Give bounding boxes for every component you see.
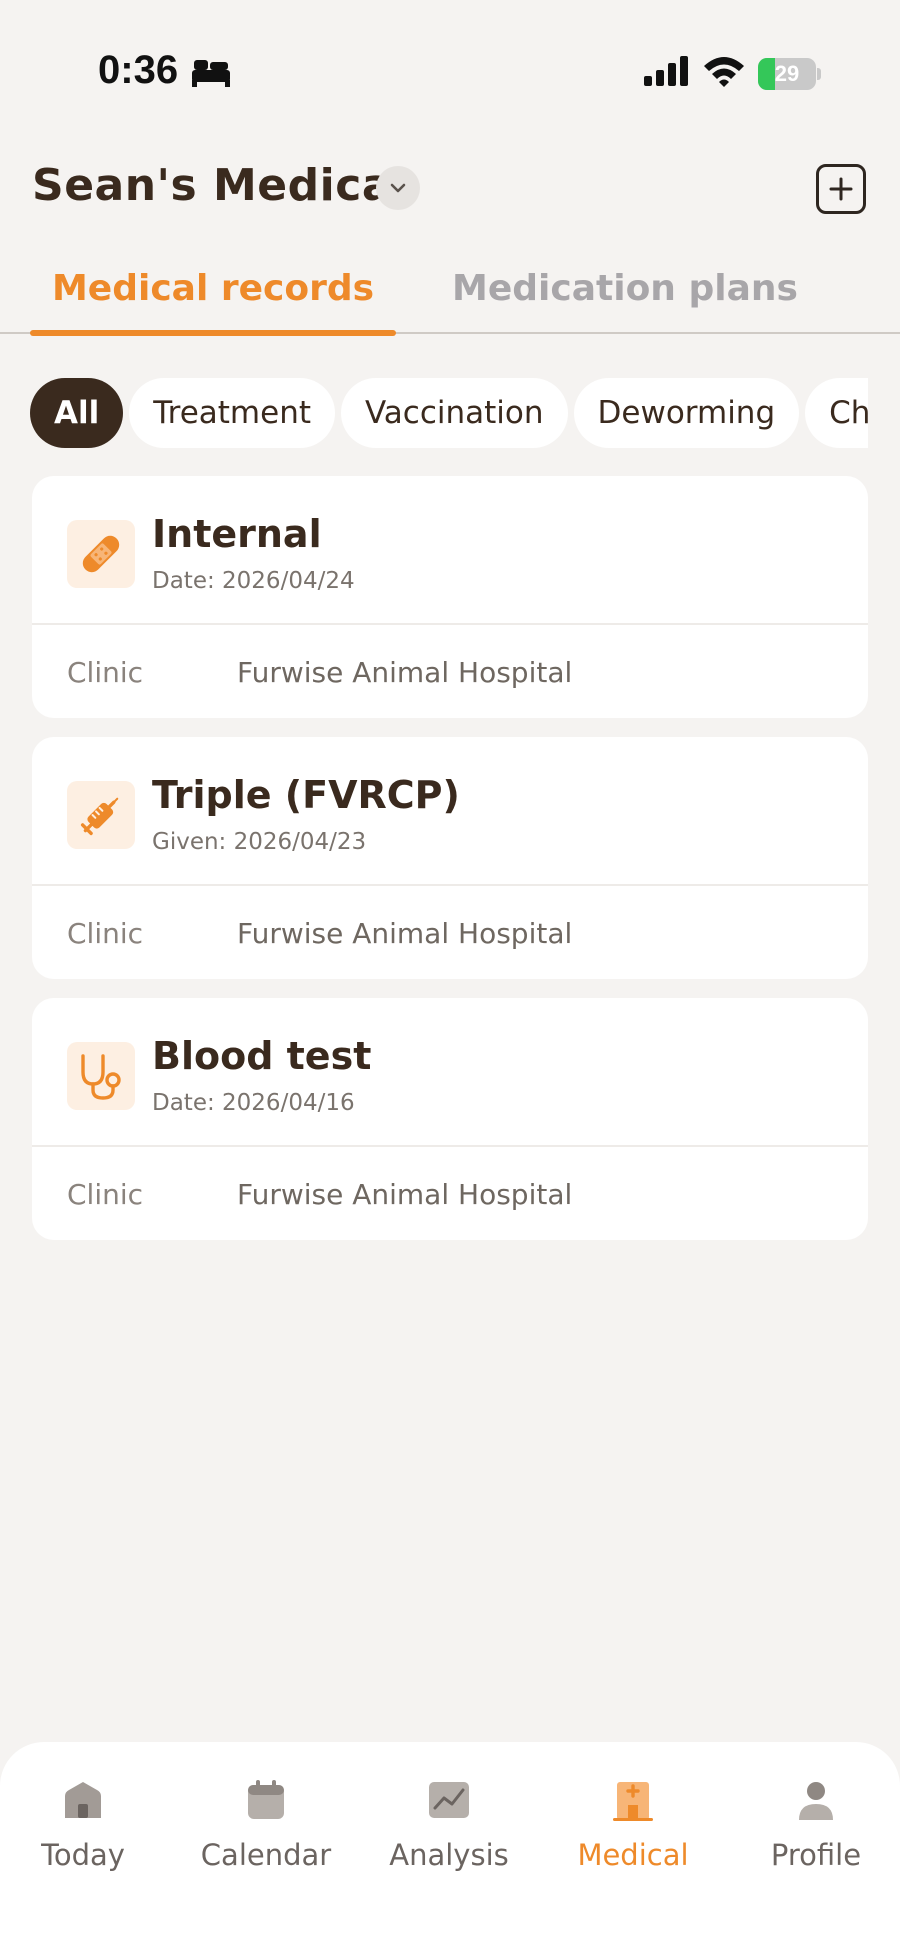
syringe-icon [80,797,119,836]
record-type-icon-box [67,1042,135,1110]
nav-item-calendar[interactable]: Calendar [186,1776,346,1896]
bed-icon [192,60,230,87]
record-card[interactable]: Internal Date: 2026/04/24 Clinic Furwise… [32,476,868,718]
record-card[interactable]: Blood test Date: 2026/04/16 Clinic Furwi… [32,998,868,1240]
wifi-icon [704,57,744,87]
header: Sean's Medical [0,150,900,230]
nav-label: Analysis [389,1838,509,1872]
filter-chip-deworming[interactable]: Deworming [573,378,800,448]
bottom-nav: Today Calendar Analysis Medical Profile [0,1742,900,1957]
filter-chip-all[interactable]: All [30,378,124,448]
clinic-value: Furwise Animal Hospital [237,656,573,689]
bandage-icon [82,535,120,573]
record-type-icon-box [67,520,135,588]
record-title: Triple (FVRCP) [152,773,460,817]
nav-item-analysis[interactable]: Analysis [369,1776,529,1896]
chart-icon [429,1782,469,1818]
battery-icon: 29 [758,58,822,90]
status-bar: 0:36 29 [0,0,900,140]
record-date: Date: 2026/04/24 [152,568,355,594]
pet-switcher-dropdown[interactable] [376,166,420,210]
chevron-down-icon [390,183,406,193]
nav-item-today[interactable]: Today [3,1776,163,1896]
battery-level: 29 [774,61,800,86]
calendar-icon [248,1780,284,1819]
home-icon [65,1782,101,1818]
record-title: Blood test [152,1034,372,1078]
record-card[interactable]: Triple (FVRCP) Given: 2026/04/23 Clinic … [32,737,868,979]
clinic-label: Clinic [67,656,144,689]
tab-medical-records[interactable]: Medical records [30,268,396,336]
plus-icon [829,177,853,201]
record-date: Date: 2026/04/16 [152,1090,355,1116]
segment-tabs: Medical records Medication plans [0,258,900,336]
clinic-value: Furwise Animal Hospital [237,1178,573,1211]
status-time: 0:36 [98,48,179,92]
person-icon [799,1782,833,1820]
filter-chip-vaccination[interactable]: Vaccination [341,378,568,448]
record-date: Given: 2026/04/23 [152,829,367,855]
nav-item-profile[interactable]: Profile [736,1776,896,1896]
page-title: Sean's Medical [32,160,408,211]
record-title: Internal [152,512,322,556]
tab-medication-plans[interactable]: Medication plans [450,268,800,334]
add-record-button[interactable] [816,164,866,214]
cellular-signal-icon [644,56,688,86]
filter-chip-checkup[interactable]: Che [805,378,868,448]
clinic-value: Furwise Animal Hospital [237,917,573,950]
nav-label: Calendar [200,1838,332,1872]
nav-label: Today [41,1838,125,1872]
nav-label: Profile [770,1838,862,1872]
filter-chips: AllTreatmentVaccinationDewormingChe [30,378,868,450]
clinic-label: Clinic [67,1178,144,1211]
nav-item-medical[interactable]: Medical [553,1776,713,1896]
record-type-icon-box [67,781,135,849]
hospital-icon [613,1782,653,1821]
nav-label: Medical [577,1838,689,1872]
filter-chip-treatment[interactable]: Treatment [129,378,335,448]
stethoscope-icon [81,1054,121,1100]
clinic-label: Clinic [67,917,144,950]
